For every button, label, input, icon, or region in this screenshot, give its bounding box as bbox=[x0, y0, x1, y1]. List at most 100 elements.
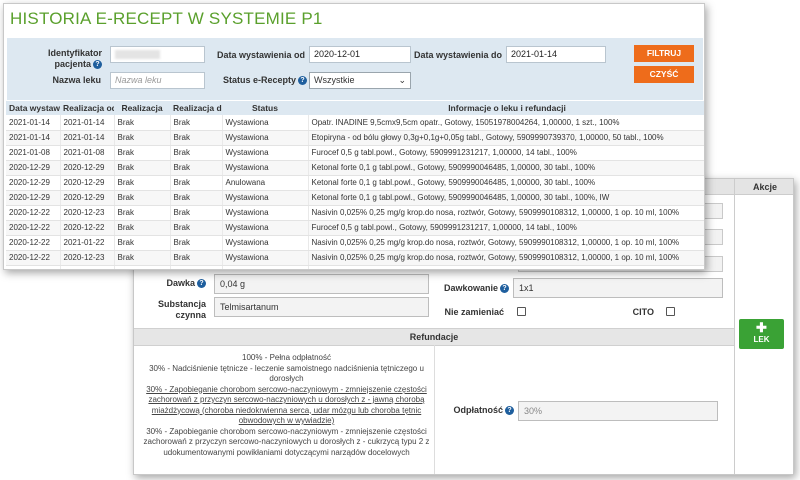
payment-input: 30% bbox=[518, 401, 718, 421]
table-cell: Brak bbox=[170, 205, 223, 221]
table-cell: Brak bbox=[170, 115, 223, 131]
table-row[interactable]: 2020-12-29 2020-12-29 Brak Brak Wystawiona Ke… bbox=[6, 160, 704, 176]
table-cell: 2020-12-23 bbox=[60, 205, 115, 221]
drug-name-label: Nazwa leku bbox=[52, 75, 101, 85]
table-row[interactable]: 2020-12-22 2020-12-22 Brak Brak Wystawiona Fu… bbox=[6, 220, 704, 236]
table-cell: Brak bbox=[114, 130, 171, 146]
table-cell: Wystawiona bbox=[222, 220, 309, 236]
table-row[interactable]: 2020-12-29 2020-12-29 Brak Brak Wystawiona Ke… bbox=[6, 190, 704, 206]
dosing-label-wrap: Dawkowanie? bbox=[424, 283, 509, 294]
table-cell: Brak bbox=[170, 130, 223, 146]
table-cell: Brak bbox=[170, 235, 223, 251]
add-drug-button[interactable]: ✚ LEK bbox=[739, 319, 784, 349]
table-row[interactable]: 2020-12-22 2020-12-23 Brak Brak Wystawiona Na… bbox=[6, 250, 704, 266]
patient-id-label-wrap: Identyfikator pacjenta? bbox=[17, 48, 102, 70]
issue-from-input[interactable]: 2020-12-01 bbox=[309, 46, 411, 63]
issue-to-input[interactable]: 2021-01-14 bbox=[506, 46, 606, 63]
filter-button[interactable]: FILTRUJ bbox=[634, 45, 694, 62]
status-label: Status e-Recepty bbox=[222, 75, 296, 85]
col-header[interactable]: Realizacja do bbox=[170, 101, 222, 115]
table-cell: Ketonal forte 0,1 g tabl.powl., Gotowy, … bbox=[308, 175, 704, 191]
table-cell: 2020-12-21 bbox=[6, 265, 61, 269]
table-cell: Brak bbox=[114, 190, 171, 206]
table-cell: Brak bbox=[114, 235, 171, 251]
no-substitute-label: Nie zamieniać bbox=[444, 307, 504, 317]
refund-section-title: Refundacje bbox=[134, 328, 734, 346]
table-row[interactable]: 2021-01-14 2021-01-14 Brak Brak Wystawiona Et… bbox=[6, 130, 704, 146]
dose-label-wrap: Dawka? bbox=[134, 278, 206, 289]
col-header[interactable]: Realizacja bbox=[114, 101, 170, 115]
table-cell: Brak bbox=[170, 220, 223, 236]
table-cell: Brak bbox=[114, 115, 171, 131]
substance-label: Substancja czynna bbox=[157, 299, 206, 320]
table-cell: Wystawiona bbox=[222, 235, 309, 251]
drug-name-input[interactable]: Nazwa leku bbox=[110, 72, 205, 89]
table-header-row: Data wystawie Realizacja od Realizacja R… bbox=[6, 101, 704, 115]
refund-option[interactable]: 30% - Zapobieganie chorobom sercowo-nacz… bbox=[139, 427, 434, 459]
table-cell: 2021-01-08 bbox=[6, 145, 61, 161]
table-cell: 2020-12-22 bbox=[6, 235, 61, 251]
akcje-header: Akcje bbox=[734, 179, 793, 195]
help-icon[interactable]: ? bbox=[298, 76, 307, 86]
col-header[interactable]: Informacje o leku i refundacji bbox=[308, 101, 704, 115]
help-icon[interactable]: ? bbox=[93, 60, 102, 70]
dosing-input[interactable]: 1x1 bbox=[513, 278, 723, 298]
add-drug-label: LEK bbox=[753, 335, 770, 344]
no-substitute-checkbox[interactable] bbox=[517, 307, 526, 316]
table-cell: 2020-12-29 bbox=[60, 175, 115, 191]
cito-label: CITO bbox=[632, 307, 654, 317]
table-cell: 2021-01-14 bbox=[60, 130, 115, 146]
table-cell: Brak bbox=[170, 175, 223, 191]
table-cell: Brak bbox=[114, 205, 171, 221]
refund-option-hovered[interactable]: 30% - Zapobieganie chorobom sercowo-nacz… bbox=[139, 385, 434, 427]
table-row[interactable]: 2020-12-22 2020-12-23 Brak Brak Wystawiona Na… bbox=[6, 205, 704, 221]
col-header[interactable]: Data wystawie bbox=[6, 101, 60, 115]
help-icon[interactable]: ? bbox=[500, 284, 509, 294]
table-body: 2021-01-14 2021-01-14 Brak Brak Wystawiona Op… bbox=[6, 115, 704, 269]
dose-input[interactable]: 0,04 g bbox=[214, 274, 429, 294]
table-cell: Brak bbox=[114, 265, 171, 269]
table-cell: Wystawiona bbox=[222, 130, 309, 146]
table-cell: 2020-12-29 bbox=[6, 190, 61, 206]
col-header[interactable]: Realizacja od bbox=[60, 101, 114, 115]
table-cell: Ketonal forte 0,1 g tabl.powl., Gotowy, … bbox=[308, 160, 704, 176]
patient-id-redacted bbox=[115, 50, 160, 59]
status-label-wrap: Status e-Recepty? bbox=[212, 75, 307, 86]
table-row[interactable]: 2021-01-14 2021-01-14 Brak Brak Wystawiona Op… bbox=[6, 115, 704, 131]
table-cell: Wystawiona bbox=[222, 250, 309, 266]
refund-divider bbox=[434, 345, 435, 474]
refund-option[interactable]: 100% - Pełna odpłatność bbox=[139, 353, 434, 364]
table-cell: 2020-12-29 bbox=[6, 175, 61, 191]
table-cell: Brak bbox=[114, 250, 171, 266]
col-header[interactable]: Status bbox=[222, 101, 308, 115]
table-cell: Nasivin 0,025% 0,25 mg/g krop.do nosa, r… bbox=[308, 205, 704, 221]
table-row[interactable]: 2020-12-22 2021-01-22 Brak Brak Wystawiona Na… bbox=[6, 235, 704, 251]
dosing-label: Dawkowanie bbox=[443, 283, 498, 293]
status-select-value: Wszystkie bbox=[314, 75, 355, 85]
issue-from-label: Data wystawienia od bbox=[216, 50, 305, 60]
table-cell: 2021-01-14 bbox=[60, 115, 115, 131]
table-cell: 2021-01-14 bbox=[6, 115, 61, 131]
table-cell: Brak bbox=[170, 250, 223, 266]
clear-button[interactable]: CZYŚĆ bbox=[634, 66, 694, 83]
table-cell: Furocef 0,5 g tabl.powl., Gotowy, 590999… bbox=[308, 145, 704, 161]
issue-to-label: Data wystawienia do bbox=[413, 50, 502, 60]
refund-option[interactable]: 30% - Nadciśnienie tętnicze - leczenie s… bbox=[139, 364, 434, 385]
table-cell: 2021-01-08 bbox=[60, 145, 115, 161]
page-title: HISTORIA E-RECEPT W SYSTEMIE P1 bbox=[10, 9, 323, 28]
table-row[interactable]: 2020-12-29 2020-12-29 Brak Brak Anulowana Ket… bbox=[6, 175, 704, 191]
cito-checkbox[interactable] bbox=[666, 307, 675, 316]
table-cell: Brak bbox=[170, 145, 223, 161]
substance-input[interactable]: Telmisartanum bbox=[214, 297, 429, 317]
table-row[interactable]: 2021-01-08 2021-01-08 Brak Brak Wystawiona Fu… bbox=[6, 145, 704, 161]
refund-options-list: 100% - Pełna odpłatność 30% - Nadciśnien… bbox=[139, 353, 434, 458]
table-cell: 2020-12-22 bbox=[6, 220, 61, 236]
help-icon[interactable]: ? bbox=[197, 279, 206, 289]
table-cell: 2020-12-22 bbox=[6, 250, 61, 266]
table-cell: Brak bbox=[170, 160, 223, 176]
status-select[interactable]: Wszystkie ⌄ bbox=[309, 72, 411, 89]
help-icon[interactable]: ? bbox=[505, 406, 514, 416]
table-cell: Wystawiona bbox=[222, 265, 309, 269]
table-row[interactable]: 2020-12-212020-12-22BrakBrakWystawionaFu… bbox=[6, 265, 704, 269]
patient-id-input[interactable] bbox=[110, 46, 205, 63]
